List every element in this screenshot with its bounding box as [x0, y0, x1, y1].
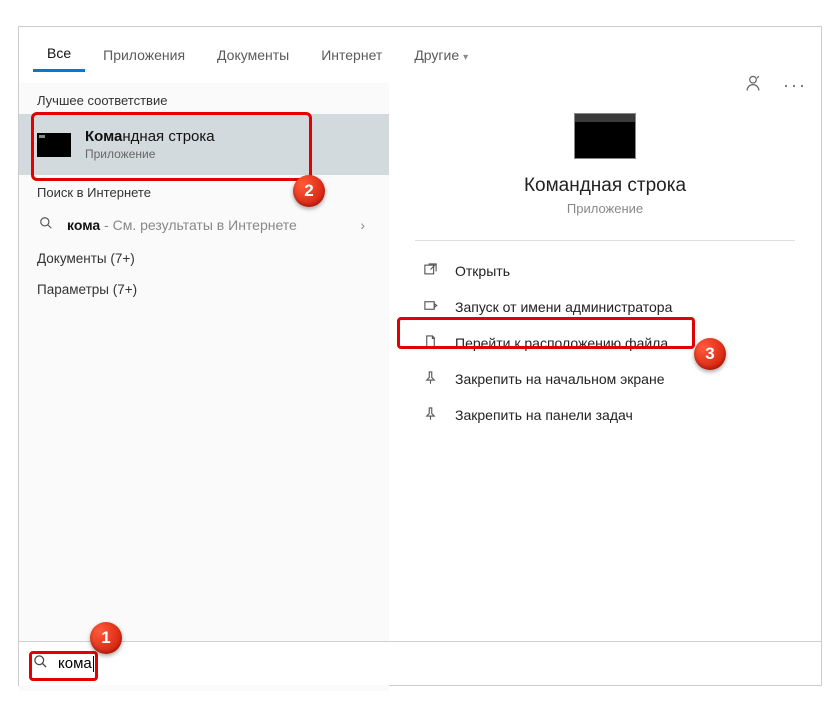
- category-settings[interactable]: Параметры (7+): [19, 274, 389, 305]
- more-options-icon[interactable]: ···: [783, 75, 807, 96]
- action-label: Запуск от имени администратора: [455, 299, 672, 315]
- section-search-web: Поиск в Интернете: [19, 175, 389, 206]
- best-match-subtitle: Приложение: [85, 147, 215, 161]
- pin-start-icon: [419, 370, 441, 388]
- action-label: Закрепить на панели задач: [455, 407, 633, 423]
- cmd-icon: [37, 133, 71, 157]
- pin-taskbar-icon: [419, 406, 441, 424]
- preview-app-icon: [574, 113, 636, 159]
- search-icon: [33, 654, 48, 673]
- action-run-as-admin[interactable]: Запуск от имени администратора: [395, 289, 815, 325]
- preview-column: Командная строка Приложение Открыть Запу…: [389, 83, 821, 691]
- category-documents[interactable]: Документы (7+): [19, 243, 389, 274]
- action-open-location[interactable]: Перейти к расположению файла: [395, 325, 815, 361]
- shield-icon: [419, 298, 441, 316]
- search-bar[interactable]: кома: [19, 641, 821, 685]
- action-open[interactable]: Открыть: [395, 253, 815, 289]
- web-search-text: кома - См. результаты в Интернете: [67, 217, 297, 233]
- web-search-item[interactable]: кома - См. результаты в Интернете ›: [19, 206, 389, 243]
- divider: [415, 240, 795, 241]
- preview-subtitle: Приложение: [567, 201, 643, 216]
- tab-documents[interactable]: Документы: [203, 39, 303, 71]
- action-pin-start[interactable]: Закрепить на начальном экране: [395, 361, 815, 397]
- search-icon: [37, 216, 55, 233]
- chevron-down-icon: ▾: [463, 52, 468, 63]
- action-pin-taskbar[interactable]: Закрепить на панели задач: [395, 397, 815, 433]
- action-label: Перейти к расположению файла: [455, 335, 668, 351]
- filter-tabs: Все Приложения Документы Интернет Другие…: [19, 27, 821, 83]
- tab-web[interactable]: Интернет: [307, 39, 396, 71]
- start-search-panel: Все Приложения Документы Интернет Другие…: [18, 26, 822, 686]
- tab-more[interactable]: Другие▾: [400, 39, 482, 71]
- action-label: Закрепить на начальном экране: [455, 371, 665, 387]
- tab-apps[interactable]: Приложения: [89, 39, 199, 71]
- folder-icon: [419, 334, 441, 352]
- best-match-item[interactable]: Командная строка Приложение: [19, 114, 389, 175]
- search-input[interactable]: кома: [58, 655, 94, 672]
- action-label: Открыть: [455, 263, 510, 279]
- section-best-match: Лучшее соответствие: [19, 83, 389, 114]
- best-match-title: Командная строка: [85, 128, 215, 145]
- tab-all[interactable]: Все: [33, 37, 85, 72]
- open-icon: [419, 262, 441, 280]
- chevron-right-icon: ›: [360, 217, 365, 233]
- results-column: Лучшее соответствие Командная строка При…: [19, 83, 389, 691]
- preview-title: Командная строка: [524, 175, 686, 197]
- feedback-icon[interactable]: [743, 73, 763, 98]
